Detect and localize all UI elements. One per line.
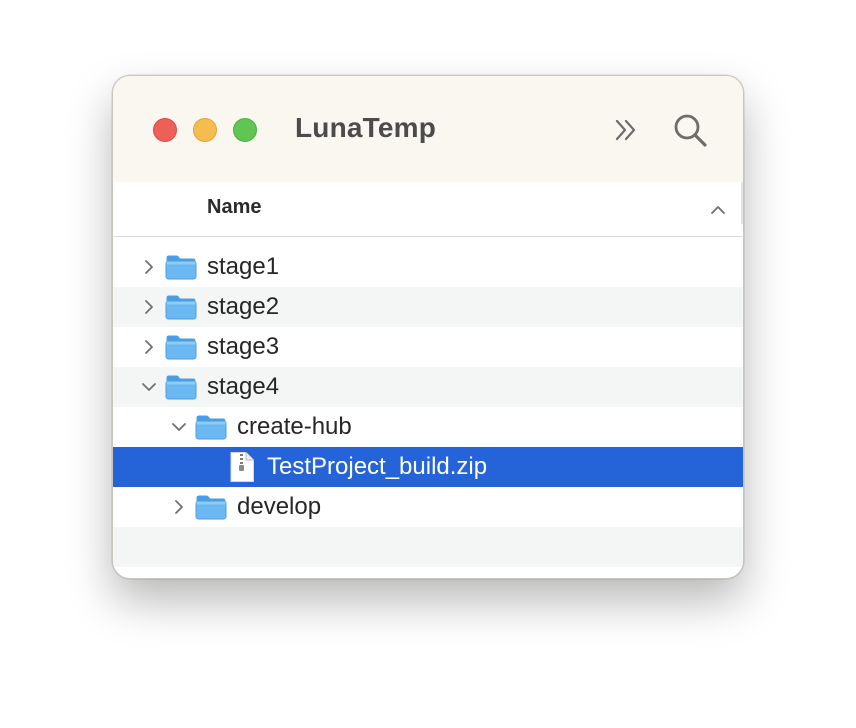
column-divider[interactable] [741, 182, 743, 224]
file-name: TestProject_build.zip [267, 453, 488, 480]
disclosure-toggle[interactable] [139, 337, 159, 357]
window-title: LunaTemp [295, 112, 437, 143]
folder-icon [165, 373, 197, 400]
more-toolbar-items-button[interactable] [611, 114, 643, 146]
folder-icon [195, 493, 227, 520]
minimize-button[interactable] [193, 118, 217, 142]
folder-icon [165, 253, 197, 280]
sort-ascending-icon[interactable] [707, 199, 729, 221]
folder-row[interactable]: stage4 [113, 367, 743, 407]
chevron-right-icon [145, 260, 153, 274]
chevron-up-icon [711, 206, 725, 214]
file-row[interactable]: TestProject_build.zip [113, 447, 743, 487]
folder-name: stage4 [207, 373, 280, 400]
name-column-header[interactable]: Name [207, 196, 261, 219]
folder-icon [165, 333, 197, 360]
disclosure-toggle[interactable] [139, 297, 159, 317]
folder-name: develop [237, 493, 322, 520]
folder-icon [165, 293, 197, 320]
folder-name: stage1 [207, 253, 280, 280]
zoom-button[interactable] [233, 118, 257, 142]
folder-row[interactable]: create-hub [113, 407, 743, 447]
zip-file-icon [229, 451, 255, 483]
folder-name: stage3 [207, 333, 280, 360]
chevron-right-icon [175, 500, 183, 514]
column-header[interactable]: Name [113, 182, 743, 237]
search-icon [674, 114, 707, 147]
file-list: stage1 stage2 stage3 stage4 create-hub TestPr… [113, 247, 743, 567]
search-button[interactable] [671, 111, 709, 149]
folder-name: stage2 [207, 293, 280, 320]
disclosure-toggle[interactable] [139, 257, 159, 277]
disclosure-toggle[interactable] [169, 417, 189, 437]
disclosure-toggle[interactable] [169, 497, 189, 517]
folder-row[interactable]: stage1 [113, 247, 743, 287]
folder-row[interactable]: stage3 [113, 327, 743, 367]
folder-icon [195, 413, 227, 440]
folder-row[interactable]: develop [113, 487, 743, 527]
chevron-right-icon [145, 340, 153, 354]
chevron-down-icon [142, 383, 156, 391]
folder-row[interactable]: stage2 [113, 287, 743, 327]
chevron-down-icon [172, 423, 186, 431]
title-bar[interactable]: LunaTemp [113, 76, 743, 183]
disclosure-toggle[interactable] [139, 377, 159, 397]
chevron-right-icon [145, 300, 153, 314]
chevron-double-right-icon [615, 119, 636, 141]
close-button[interactable] [153, 118, 177, 142]
finder-window: LunaTemp Name stage1 stage2 stage3 stage4 cr… [112, 75, 744, 579]
empty-row [113, 527, 743, 567]
folder-name: create-hub [237, 413, 352, 440]
